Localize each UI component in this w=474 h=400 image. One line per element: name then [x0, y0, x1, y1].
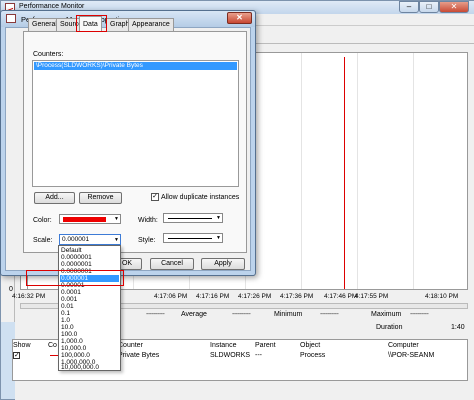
chevron-down-icon: ▼: [216, 235, 221, 241]
row-computer[interactable]: \\POR-SEANM: [388, 352, 434, 359]
last-value: ----------: [410, 311, 429, 318]
counter-item[interactable]: \Process(SLDWORKS)\Private Bytes: [34, 62, 237, 70]
chart-gridline: [301, 53, 302, 289]
width-label: Width:: [138, 217, 158, 224]
scale-combo[interactable]: 0.000001 ▼: [59, 234, 121, 245]
scale-option[interactable]: 100.0: [61, 331, 77, 338]
column-color[interactable]: Co: [48, 342, 57, 349]
average-value: ----------: [146, 311, 165, 318]
scale-option[interactable]: 10,000.0: [61, 345, 86, 352]
average-label: Average: [181, 311, 207, 318]
time-label: 4:17:36 PM: [280, 293, 314, 300]
remove-counter-button[interactable]: Remove: [79, 192, 122, 204]
scale-label: Scale:: [33, 237, 53, 244]
dialog-close-button[interactable]: ✕: [227, 12, 252, 24]
cancel-button[interactable]: Cancel: [150, 258, 194, 270]
scale-dropdown-list[interactable]: Default 0.0000001 0.0000001 0.0000001 0.…: [58, 245, 121, 371]
chart-gridline: [357, 53, 358, 289]
duration-value: 1:40: [451, 324, 465, 331]
style-combo[interactable]: ▼: [163, 233, 223, 243]
scale-option[interactable]: 0.01: [61, 303, 74, 310]
scale-option[interactable]: 100,000.0: [61, 352, 90, 359]
scale-option[interactable]: 0.1: [61, 310, 70, 317]
column-object[interactable]: Object: [300, 342, 320, 349]
scale-option[interactable]: 1.0: [61, 317, 70, 324]
scale-option[interactable]: 0.001: [61, 296, 77, 303]
duration-label: Duration: [376, 324, 403, 331]
chart-zero-label: 0: [9, 286, 13, 293]
maximize-button[interactable]: □: [419, 1, 439, 13]
width-combo[interactable]: ▼: [163, 213, 223, 223]
style-label: Style:: [138, 237, 156, 244]
chart-time-cursor: [344, 57, 345, 289]
counters-list[interactable]: \Process(SLDWORKS)\Private Bytes: [32, 60, 239, 187]
chevron-down-icon: ▼: [216, 215, 221, 221]
allow-duplicates-checkbox[interactable]: ✓: [151, 193, 159, 201]
minimum-label: Minimum: [274, 311, 303, 318]
main-window-title: Performance Monitor: [19, 3, 85, 10]
column-computer[interactable]: Computer: [388, 342, 419, 349]
scale-option[interactable]: 0.0000001: [61, 261, 92, 268]
apply-button[interactable]: Apply: [201, 258, 245, 270]
time-label: 4:16:32 PM: [12, 293, 46, 300]
color-label: Color:: [33, 217, 52, 224]
column-counter[interactable]: Counter: [118, 342, 143, 349]
style-line-preview: [168, 238, 212, 239]
scale-option[interactable]: 10,000,000.0: [61, 364, 99, 371]
minimum-value: ----------: [232, 311, 251, 318]
scale-option[interactable]: 1,000.0: [61, 338, 83, 345]
maximum-label: Maximum: [371, 311, 402, 318]
row-parent: ---: [255, 352, 262, 359]
scale-selection-highlight: [26, 270, 124, 286]
time-label: 4:17:55 PM: [355, 293, 389, 300]
row-object[interactable]: Process: [300, 352, 325, 359]
row-instance[interactable]: SLDWORKS: [210, 352, 250, 359]
add-counter-button[interactable]: Add...: [34, 192, 75, 204]
time-label: 4:17:06 PM: [154, 293, 188, 300]
color-swatch: [63, 217, 106, 222]
time-label: 4:17:46 PM: [324, 293, 358, 300]
row-counter[interactable]: Private Bytes: [118, 352, 159, 359]
time-label: 4:17:16 PM: [196, 293, 230, 300]
width-line-preview: [168, 218, 212, 219]
column-show[interactable]: Show: [13, 342, 31, 349]
time-label: 4:18:10 PM: [425, 293, 459, 300]
tab-appearance[interactable]: Appearance: [128, 18, 174, 31]
scale-option[interactable]: 0.0001: [61, 289, 81, 296]
scale-option[interactable]: Default: [61, 247, 82, 254]
minimize-button[interactable]: –: [399, 1, 419, 13]
color-combo[interactable]: ▼: [59, 214, 121, 224]
column-instance[interactable]: Instance: [210, 342, 236, 349]
maximum-value: ----------: [320, 311, 339, 318]
scale-option[interactable]: 0.0000001: [61, 254, 92, 261]
chevron-down-icon: ▼: [114, 237, 119, 243]
chevron-down-icon: ▼: [114, 216, 119, 222]
main-close-button[interactable]: ✕: [439, 1, 469, 13]
counters-label: Counters:: [33, 51, 64, 58]
perfmon-icon: [6, 14, 16, 23]
allow-duplicates-label: Allow duplicate instances: [161, 194, 240, 201]
data-tab-highlight: [76, 15, 107, 32]
column-parent[interactable]: Parent: [255, 342, 276, 349]
time-label: 4:17:26 PM: [238, 293, 272, 300]
scale-option[interactable]: 10.0: [61, 324, 74, 331]
show-checkbox[interactable]: ✓: [13, 352, 20, 359]
scale-value: 0.000001: [62, 236, 90, 243]
chart-gridline: [413, 53, 414, 289]
